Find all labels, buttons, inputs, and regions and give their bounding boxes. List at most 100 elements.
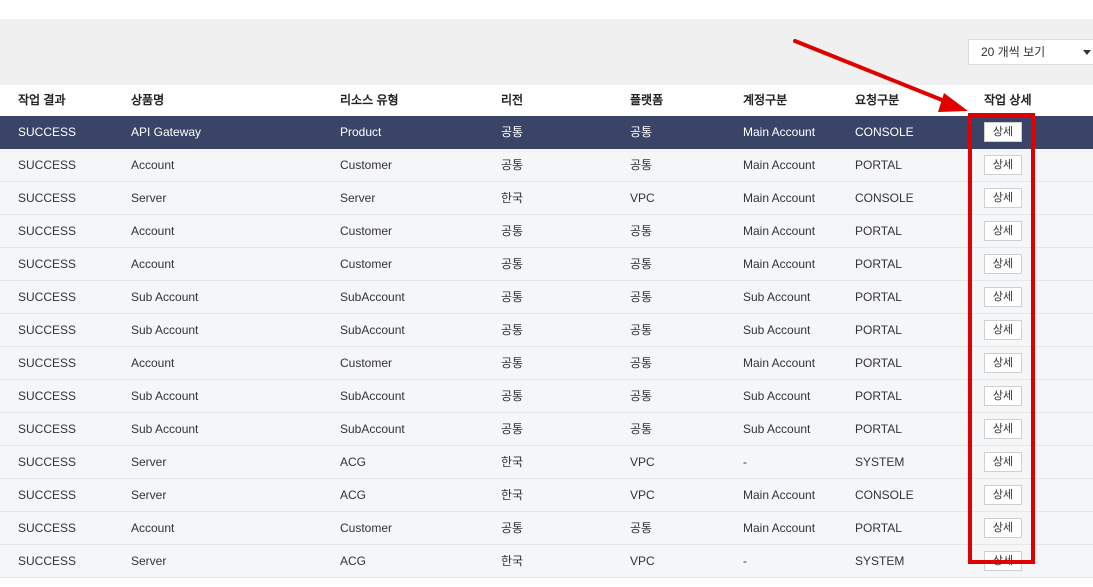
cell-resource-type: Customer — [340, 356, 393, 370]
history-table: 작업 결과 상품명 리소스 유형 리전 플랫폼 계정구분 요청구분 작업 상세 … — [0, 85, 1093, 578]
cell-account-type: Sub Account — [743, 389, 811, 403]
cell-resource-type: Customer — [340, 521, 393, 535]
detail-button[interactable]: 상세 — [984, 254, 1022, 274]
cell-account-type: Main Account — [743, 191, 816, 205]
table-row[interactable]: SUCCESS Account Customer 공통 공통 Main Account PO… — [0, 512, 1093, 545]
detail-button[interactable]: 상세 — [984, 320, 1022, 340]
cell-region: 공통 — [501, 389, 524, 403]
table-row[interactable]: SUCCESS Account Customer 공통 공통 Main Account PO… — [0, 215, 1093, 248]
cell-region: 공통 — [501, 356, 524, 370]
cell-account-type: - — [743, 455, 747, 469]
cell-platform: VPC — [630, 554, 655, 568]
cell-region: 공통 — [501, 224, 524, 238]
cell-product: Server — [131, 488, 167, 502]
cell-platform: VPC — [630, 191, 655, 205]
table-row[interactable]: SUCCESS Account Customer 공통 공통 Main Account PO… — [0, 248, 1093, 281]
cell-region: 공통 — [501, 521, 524, 535]
detail-button[interactable]: 상세 — [984, 188, 1022, 208]
cell-resource-type: Customer — [340, 224, 393, 238]
cell-resource-type: SubAccount — [340, 422, 405, 436]
cell-platform: 공통 — [630, 224, 653, 238]
cell-platform: 공통 — [630, 125, 653, 139]
detail-button[interactable]: 상세 — [984, 221, 1022, 241]
per-page-select[interactable]: 20 개씩 보기 — [968, 39, 1093, 65]
table-row[interactable]: SUCCESS API Gateway Product 공통 공통 Main Accoun… — [0, 116, 1093, 149]
cell-product: Server — [131, 554, 167, 568]
detail-button[interactable]: 상세 — [984, 155, 1022, 175]
cell-resource-type: ACG — [340, 455, 367, 469]
cell-region: 공통 — [501, 323, 524, 337]
cell-request-type: PORTAL — [855, 257, 902, 271]
detail-button[interactable]: 상세 — [984, 122, 1022, 142]
cell-account-type: Main Account — [743, 224, 816, 238]
table-row[interactable]: SUCCESS Server ACG 한국 VPC - SYSTEM 상세 — [0, 446, 1093, 479]
cell-result: SUCCESS — [18, 224, 77, 238]
detail-button[interactable]: 상세 — [984, 518, 1022, 538]
detail-button[interactable]: 상세 — [984, 353, 1022, 373]
cell-platform: VPC — [630, 455, 655, 469]
table-body: SUCCESS API Gateway Product 공통 공통 Main Accoun… — [0, 116, 1093, 578]
header-detail: 작업 상세 — [984, 93, 1032, 107]
cell-region: 한국 — [501, 488, 524, 502]
filter-bar: 20 개씩 보기 — [0, 19, 1093, 85]
cell-product: Account — [131, 224, 175, 238]
cell-result: SUCCESS — [18, 125, 77, 139]
cell-platform: VPC — [630, 488, 655, 502]
cell-result: SUCCESS — [18, 290, 77, 304]
cell-result: SUCCESS — [18, 488, 77, 502]
cell-resource-type: Product — [340, 125, 382, 139]
cell-product: Server — [131, 455, 167, 469]
cell-resource-type: Customer — [340, 257, 393, 271]
cell-account-type: Sub Account — [743, 290, 811, 304]
cell-request-type: PORTAL — [855, 224, 902, 238]
detail-button[interactable]: 상세 — [984, 551, 1022, 571]
detail-button[interactable]: 상세 — [984, 386, 1022, 406]
cell-request-type: PORTAL — [855, 356, 902, 370]
cell-product: Sub Account — [131, 290, 199, 304]
cell-platform: 공통 — [630, 158, 653, 172]
detail-button[interactable]: 상세 — [984, 452, 1022, 472]
header-resource-type: 리소스 유형 — [340, 93, 399, 107]
table-row[interactable]: SUCCESS Server ACG 한국 VPC Main Account CONSOLE… — [0, 479, 1093, 512]
cell-region: 한국 — [501, 455, 524, 469]
cell-request-type: PORTAL — [855, 158, 902, 172]
table-row[interactable]: SUCCESS Sub Account SubAccount 공통 공통 Sub Acco… — [0, 281, 1093, 314]
table-row[interactable]: SUCCESS Sub Account SubAccount 공통 공통 Sub Acco… — [0, 413, 1093, 446]
table-header: 작업 결과 상품명 리소스 유형 리전 플랫폼 계정구분 요청구분 작업 상세 — [0, 85, 1093, 116]
cell-resource-type: Server — [340, 191, 376, 205]
table-row[interactable]: SUCCESS Account Customer 공통 공통 Main Account PO… — [0, 347, 1093, 380]
table-row[interactable]: SUCCESS Sub Account SubAccount 공통 공통 Sub Acco… — [0, 314, 1093, 347]
detail-button[interactable]: 상세 — [984, 419, 1022, 439]
cell-product: Sub Account — [131, 323, 199, 337]
header-product: 상품명 — [131, 93, 165, 107]
per-page-label: 20 개씩 보기 — [981, 45, 1046, 59]
header-result: 작업 결과 — [18, 93, 66, 107]
cell-result: SUCCESS — [18, 521, 77, 535]
cell-request-type: PORTAL — [855, 422, 902, 436]
table-row[interactable]: SUCCESS Sub Account SubAccount 공통 공통 Sub Acco… — [0, 380, 1093, 413]
cell-platform: 공통 — [630, 521, 653, 535]
cell-result: SUCCESS — [18, 257, 77, 271]
cell-region: 공통 — [501, 290, 524, 304]
cell-resource-type: SubAccount — [340, 323, 405, 337]
cell-platform: 공통 — [630, 389, 653, 403]
detail-button[interactable]: 상세 — [984, 485, 1022, 505]
cell-result: SUCCESS — [18, 422, 77, 436]
table-row[interactable]: SUCCESS Account Customer 공통 공통 Main Account PO… — [0, 149, 1093, 182]
cell-region: 공통 — [501, 125, 524, 139]
header-platform: 플랫폼 — [630, 93, 664, 107]
cell-account-type: Main Account — [743, 158, 816, 172]
cell-product: Sub Account — [131, 422, 199, 436]
cell-platform: 공통 — [630, 290, 653, 304]
cell-region: 공통 — [501, 257, 524, 271]
cell-resource-type: Customer — [340, 158, 393, 172]
cell-account-type: Main Account — [743, 488, 816, 502]
cell-account-type: - — [743, 554, 747, 568]
header-request-type: 요청구분 — [855, 93, 900, 107]
detail-button[interactable]: 상세 — [984, 287, 1022, 307]
cell-account-type: Main Account — [743, 125, 816, 139]
table-row[interactable]: SUCCESS Server Server 한국 VPC Main Account CONS… — [0, 182, 1093, 215]
table-row[interactable]: SUCCESS Server ACG 한국 VPC - SYSTEM 상세 — [0, 545, 1093, 578]
cell-region: 공통 — [501, 422, 524, 436]
cell-platform: 공통 — [630, 257, 653, 271]
